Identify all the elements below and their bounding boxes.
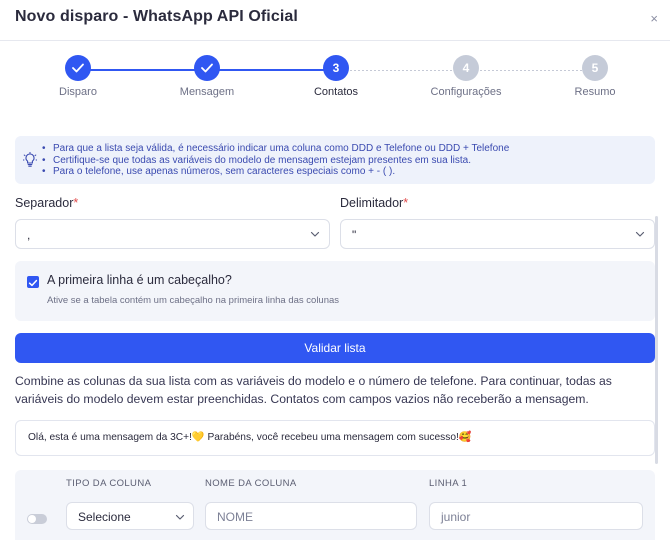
header-checkbox-label[interactable]: A primeira linha é um cabeçalho? xyxy=(47,273,232,287)
chevron-down-icon xyxy=(310,231,320,237)
step-mensagem[interactable]: Mensagem xyxy=(147,55,267,98)
step-label: Disparo xyxy=(59,86,97,98)
check-icon xyxy=(194,55,220,81)
required-marker: * xyxy=(73,196,79,210)
column-type-value: Selecione xyxy=(78,510,131,524)
column-toggle[interactable] xyxy=(27,514,47,524)
step-number: 3 xyxy=(323,55,349,81)
line-1-value: junior xyxy=(441,510,471,524)
column-name-header: NOME DA COLUNA xyxy=(205,478,297,489)
step-disparo[interactable]: Disparo xyxy=(18,55,138,98)
delimiter-label: Delimitador* xyxy=(340,196,409,210)
header-checkbox[interactable] xyxy=(27,276,39,288)
modal-body: Para que a lista seja válida, é necessár… xyxy=(0,122,670,540)
step-configuracoes[interactable]: 4 Configurações xyxy=(406,55,526,98)
separator-select[interactable]: , xyxy=(15,219,330,249)
info-item: Certifique-se que todas as variáveis do … xyxy=(42,155,509,167)
mapping-description: Combine as colunas da sua lista com as v… xyxy=(15,374,612,406)
header-checkbox-hint: Ative se a tabela contém um cabeçalho na… xyxy=(47,295,340,306)
delimiter-value: " xyxy=(352,228,357,242)
modal-title: Novo disparo - WhatsApp API Oficial xyxy=(15,8,298,25)
column-type-header: TIPO DA COLUNA xyxy=(66,478,152,489)
message-preview: Olá, esta é uma mensagem da 3C+!💛 Parabé… xyxy=(15,420,655,456)
column-type-select[interactable]: Selecione xyxy=(66,502,194,530)
chevron-down-icon xyxy=(175,514,185,520)
line-1-header: LINHA 1 xyxy=(429,478,468,489)
step-resumo[interactable]: 5 Resumo xyxy=(535,55,655,98)
delimiter-select[interactable]: " xyxy=(340,219,655,249)
info-box: Para que a lista seja válida, é necessár… xyxy=(15,136,655,184)
chevron-down-icon xyxy=(635,231,645,237)
check-icon xyxy=(65,55,91,81)
step-label: Configurações xyxy=(430,86,502,98)
header-option-box: A primeira linha é um cabeçalho? Ative s… xyxy=(15,261,655,321)
step-number: 5 xyxy=(582,55,608,81)
scrollbar[interactable] xyxy=(655,216,658,464)
step-label: Contatos xyxy=(313,86,359,98)
info-item: Para que a lista seja válida, é necessár… xyxy=(42,143,509,155)
step-contatos[interactable]: 3 Contatos xyxy=(276,55,396,98)
separator-value: , xyxy=(27,228,31,242)
separator-label: Separador* xyxy=(15,196,79,210)
lightbulb-icon xyxy=(23,152,37,167)
stepper: Disparo Mensagem 3 Contatos 4 Configuraç… xyxy=(0,55,670,105)
message-preview-text: Olá, esta é uma mensagem da 3C+!💛 Parabé… xyxy=(28,432,472,443)
info-list: Para que a lista seja válida, é necessár… xyxy=(42,143,509,178)
validate-list-button[interactable]: Validar lista xyxy=(15,333,655,363)
step-number: 4 xyxy=(453,55,479,81)
step-label: Resumo xyxy=(574,86,616,98)
line-1-field: junior xyxy=(429,502,643,530)
check-icon xyxy=(28,279,38,287)
column-name-value: NOME xyxy=(217,510,253,524)
step-label: Mensagem xyxy=(179,86,235,98)
required-marker: * xyxy=(403,196,409,210)
close-icon[interactable]: × xyxy=(650,11,658,26)
column-mapping: TIPO DA COLUNA NOME DA COLUNA LINHA 1 Se… xyxy=(15,470,655,540)
info-item: Para o telefone, use apenas números, sem… xyxy=(42,166,509,178)
column-name-field: NOME xyxy=(205,502,417,530)
modal-header: Novo disparo - WhatsApp API Oficial × xyxy=(0,0,670,41)
